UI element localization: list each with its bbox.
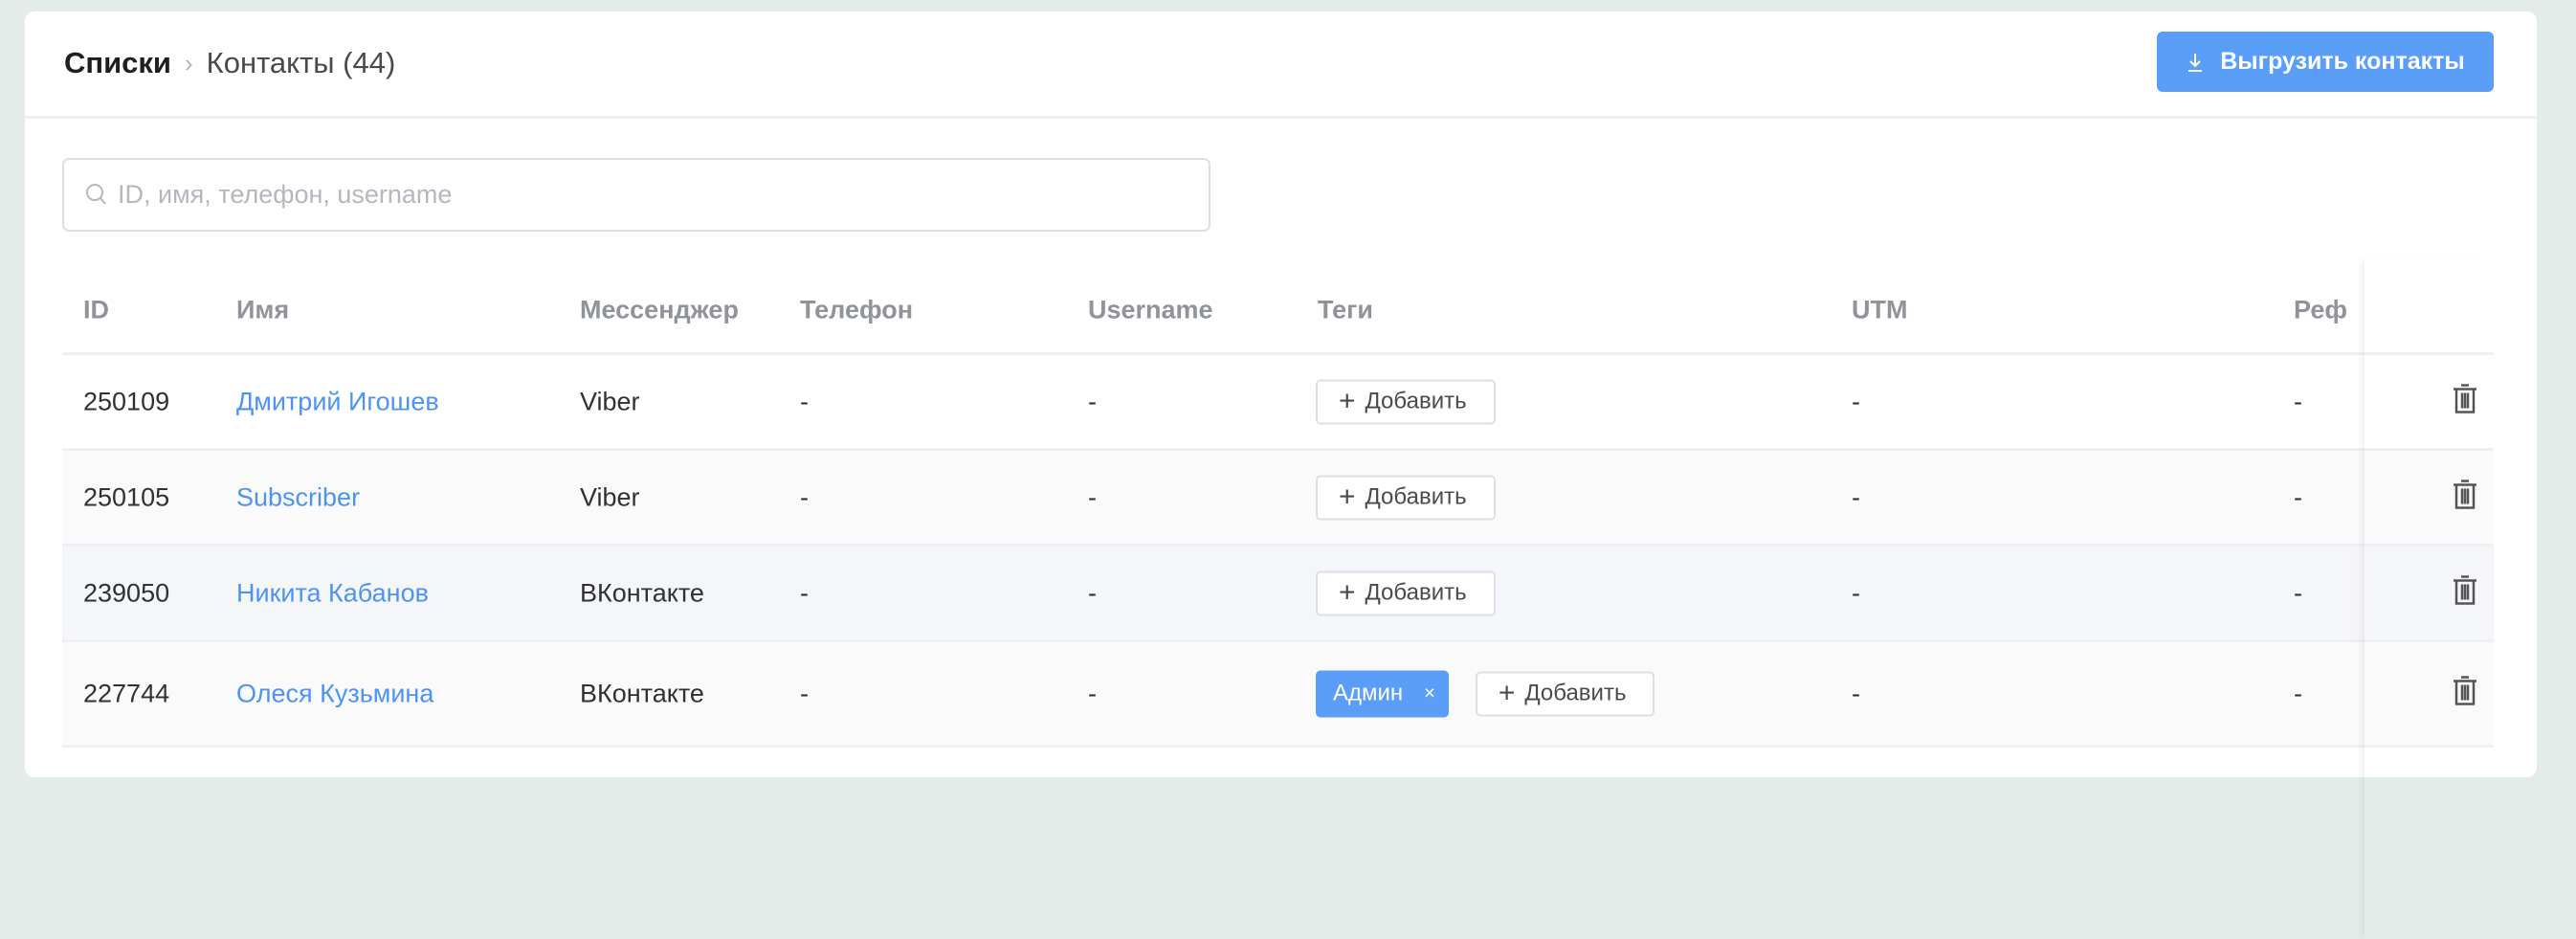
contact-name-link[interactable]: Subscriber [236,482,360,512]
column-header-phone: Телефон [800,295,914,324]
add-tag-label: Добавить [1365,579,1467,606]
plus-icon: + [1339,576,1356,609]
column-header-messenger: Мессенджер [580,295,739,324]
table-row: 227744 Олеся Кузьмина ВКонтакте - - Адми… [62,642,2494,748]
cell-username: - [1088,482,1097,511]
delete-contact-button[interactable] [2452,573,2478,613]
cell-utm: - [1852,387,1860,415]
plus-icon: + [1498,677,1516,709]
cell-tags: Админ × + Добавить [1316,670,1655,717]
column-header-utm: UTM [1852,295,1908,324]
add-tag-button[interactable]: + Добавить [1316,570,1496,615]
contact-name-link[interactable]: Олеся Кузьмина [236,679,433,708]
column-header-username: Username [1088,295,1213,324]
table-row: 250109 Дмитрий Игошев Viber - - + Добавит… [62,355,2494,451]
column-header-ref: Реф [2294,295,2347,324]
breadcrumb: Списки › Контакты (44) [64,46,395,80]
contact-name-link[interactable]: Дмитрий Игошев [236,387,439,416]
cell-id: 250109 [83,387,170,415]
cell-id: 227744 [83,679,170,707]
column-header-tags: Теги [1318,295,1374,324]
cell-tags: + Добавить [1316,475,1496,520]
export-contacts-label: Выгрузить контакты [2220,48,2465,75]
trash-icon [2454,574,2476,605]
cell-phone: - [800,387,809,415]
breadcrumb-current: Контакты (44) [206,46,396,79]
chevron-right-icon: › [184,48,193,78]
cell-phone: - [800,578,809,607]
cell-messenger: ВКонтакте [580,578,704,607]
cell-username: - [1088,387,1097,415]
cell-messenger: Viber [580,387,640,415]
cell-phone: - [800,482,809,511]
table-row: 239050 Никита Кабанов ВКонтакте - - + Доб… [62,547,2494,642]
add-tag-label: Добавить [1524,680,1627,706]
search-input[interactable] [118,180,1170,210]
trash-icon [2454,479,2476,509]
cell-messenger: Viber [580,482,640,511]
search-field[interactable] [62,158,1210,232]
remove-tag-icon[interactable]: × [1424,682,1435,704]
contact-name-link[interactable]: Никита Кабанов [236,578,429,608]
cell-messenger: ВКонтакте [580,679,704,707]
add-tag-label: Добавить [1365,483,1467,510]
cell-id: 239050 [83,578,170,607]
trash-icon [2454,675,2476,705]
contacts-table: ID Имя Мессенджер Телефон Username Теги … [62,265,2494,748]
table-header-row: ID Имя Мессенджер Телефон Username Теги … [62,265,2494,355]
cell-utm: - [1852,578,1860,607]
add-tag-button[interactable]: + Добавить [1316,379,1496,424]
cell-utm: - [1852,482,1860,511]
contacts-card: Списки › Контакты (44) Выгрузить контакт… [25,11,2537,777]
cell-utm: - [1852,679,1860,707]
column-header-id: ID [83,295,109,324]
cell-ref: - [2294,482,2302,511]
cell-username: - [1088,679,1097,707]
cell-tags: + Добавить [1316,570,1496,615]
tag-badge: Админ × [1316,670,1449,717]
table-row: 250105 Subscriber Viber - - + Добавить - … [62,451,2494,547]
cell-phone: - [800,679,809,707]
plus-icon: + [1339,385,1356,417]
download-icon [2188,53,2203,72]
cell-tags: + Добавить [1316,379,1496,424]
export-contacts-button[interactable]: Выгрузить контакты [2157,32,2494,92]
cell-ref: - [2294,387,2302,415]
cell-ref: - [2294,578,2302,607]
add-tag-button[interactable]: + Добавить [1316,475,1496,520]
cell-ref: - [2294,679,2302,707]
add-tag-label: Добавить [1365,388,1467,414]
delete-contact-button[interactable] [2452,478,2478,517]
search-icon [86,183,106,205]
tag-label: Админ [1333,680,1404,706]
delete-contact-button[interactable] [2452,382,2478,421]
cell-id: 250105 [83,482,170,511]
trash-icon [2454,383,2476,414]
add-tag-button[interactable]: + Добавить [1475,671,1655,716]
delete-contact-button[interactable] [2452,674,2478,713]
column-header-name: Имя [236,295,290,324]
cell-username: - [1088,578,1097,607]
page-header: Списки › Контакты (44) Выгрузить контакт… [25,11,2537,119]
plus-icon: + [1339,481,1356,513]
breadcrumb-lists-link[interactable]: Списки [64,46,171,80]
